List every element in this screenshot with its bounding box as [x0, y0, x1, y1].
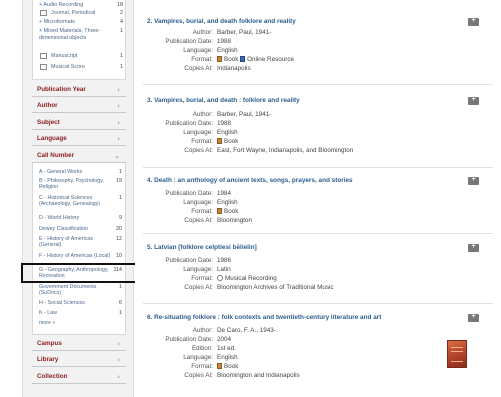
divider	[143, 167, 493, 168]
facet-subject[interactable]: Subject ›	[32, 115, 126, 130]
format-count: 18	[117, 2, 123, 8]
chevron-right-icon: ›	[117, 373, 120, 381]
result-title[interactable]: 4. Death : an anthology of ancient texts…	[147, 177, 353, 184]
chevron-right-icon: ›	[117, 119, 120, 127]
facet-campus[interactable]: Campus ›	[32, 336, 126, 351]
format-count: 4	[120, 19, 123, 25]
book-icon	[217, 363, 222, 369]
online-resource-icon	[240, 56, 246, 62]
format-facet-list: + Audio Recording 18 Journal, Periodical…	[32, 0, 126, 80]
result-item: 2. Vampires, burial, and death folklore …	[135, 17, 501, 88]
result-field: Format: Book	[191, 363, 239, 370]
divider	[143, 233, 493, 234]
result-field: Author: Barber, Paul, 1941-	[192, 111, 272, 118]
results-list: 2. Vampires, burial, and death folklore …	[135, 0, 501, 397]
format-label[interactable]: + Audio Recording	[39, 2, 113, 9]
facet-call-number[interactable]: Call Number ⌄	[32, 148, 126, 163]
result-field: Copies At: Bloomington and Indianapolis	[184, 372, 300, 379]
book-icon	[217, 208, 222, 214]
more-link[interactable]: more »	[39, 320, 56, 326]
result-field: Format: Book Online Resource	[191, 56, 295, 63]
save-to-folder-icon[interactable]: +	[468, 96, 479, 105]
save-to-folder-icon[interactable]: +	[468, 176, 479, 185]
chevron-right-icon: ›	[117, 356, 120, 364]
chevron-right-icon: ›	[117, 340, 120, 348]
facet-collection[interactable]: Collection ›	[32, 369, 126, 384]
journal-icon	[40, 10, 47, 16]
format-label[interactable]: Musical Score	[51, 64, 113, 71]
chevron-right-icon: ›	[117, 86, 120, 94]
result-field: Publication Date: 1988	[165, 120, 232, 127]
result-title[interactable]: 6. Re-situating folklore : folk contexts…	[147, 314, 381, 321]
book-icon	[217, 56, 222, 62]
result-field: Copies At: Bloomington Archives of Tradit…	[184, 284, 334, 291]
result-item: 6. Re-situating folklore : folk contexts…	[135, 313, 501, 384]
result-field: Publication Date: 1984	[165, 190, 232, 197]
format-label[interactable]: + Mixed Materials, Three-dimensional obj…	[39, 28, 113, 41]
result-field: Language: English	[183, 199, 238, 206]
divider	[143, 84, 493, 85]
chevron-right-icon: ›	[117, 102, 120, 110]
facet-author[interactable]: Author ›	[32, 98, 126, 113]
result-title[interactable]: 2. Vampires, burial, and death folklore …	[147, 18, 296, 25]
result-field: Format: Book	[191, 208, 239, 215]
result-title[interactable]: 3. Vampires, burial, and death : folklor…	[147, 97, 300, 104]
format-count: 1	[120, 28, 123, 34]
result-field: Publication Date: 1986	[165, 257, 232, 264]
highlight-box	[21, 263, 137, 283]
result-field: Format: Book	[191, 138, 239, 145]
result-item: 3. Vampires, burial, and death : folklor…	[135, 96, 501, 167]
result-field: Language: English	[183, 354, 238, 361]
result-field: Copies At: East, Fort Wayne, Indianapolis…	[184, 147, 354, 154]
divider	[143, 303, 493, 304]
save-to-folder-icon[interactable]: +	[468, 17, 479, 26]
result-field: Copies At: Indianapolis	[184, 65, 251, 72]
result-item: 4. Death : an anthology of ancient texts…	[135, 176, 501, 247]
format-label[interactable]: + Microformats	[39, 19, 113, 26]
result-field: Author: De Caro, F. A., 1943-	[192, 327, 276, 334]
result-field: Copies At: Bloomington	[184, 217, 253, 224]
format-label[interactable]: Manuscript	[51, 53, 113, 60]
result-field: Language: English	[183, 129, 238, 136]
result-field: Format: Musical Recording	[191, 275, 277, 282]
format-count: 1	[120, 53, 123, 59]
save-to-folder-icon[interactable]: +	[468, 313, 479, 322]
save-to-folder-icon[interactable]: +	[468, 243, 479, 252]
chevron-right-icon: ›	[117, 135, 120, 143]
format-count: 2	[120, 10, 123, 16]
facet-publication-year[interactable]: Publication Year ›	[32, 82, 126, 97]
result-title[interactable]: 5. Latvian [folklore celptiesi bēlielin]	[147, 244, 257, 251]
sidebar-scroll-area: + Audio Recording 18 Journal, Periodical…	[23, 0, 133, 397]
result-field: Language: Latin	[183, 266, 231, 273]
format-label[interactable]: Journal, Periodical	[51, 10, 113, 17]
result-field: Author: Barber, Paul, 1941-	[192, 29, 272, 36]
book-cover-thumbnail[interactable]	[447, 340, 467, 368]
chevron-down-icon: ⌄	[114, 152, 120, 160]
score-icon	[40, 64, 47, 70]
facet-library[interactable]: Library ›	[32, 352, 126, 367]
musical-recording-icon	[217, 275, 223, 281]
call-number-list: A - General Works 1 B - Philosophy, Psyc…	[32, 163, 126, 335]
result-field: Language: English	[183, 47, 238, 54]
result-field: Publication Date: 2004	[165, 336, 232, 343]
result-field: Edition: 1st ed.	[191, 345, 236, 352]
manuscript-icon	[40, 53, 47, 59]
result-field: Publication Date: 1988	[165, 38, 232, 45]
format-count: 1	[120, 64, 123, 70]
book-icon	[217, 138, 222, 144]
facet-language[interactable]: Language ›	[32, 131, 126, 146]
facet-sidebar: + Audio Recording 18 Journal, Periodical…	[22, 0, 134, 397]
